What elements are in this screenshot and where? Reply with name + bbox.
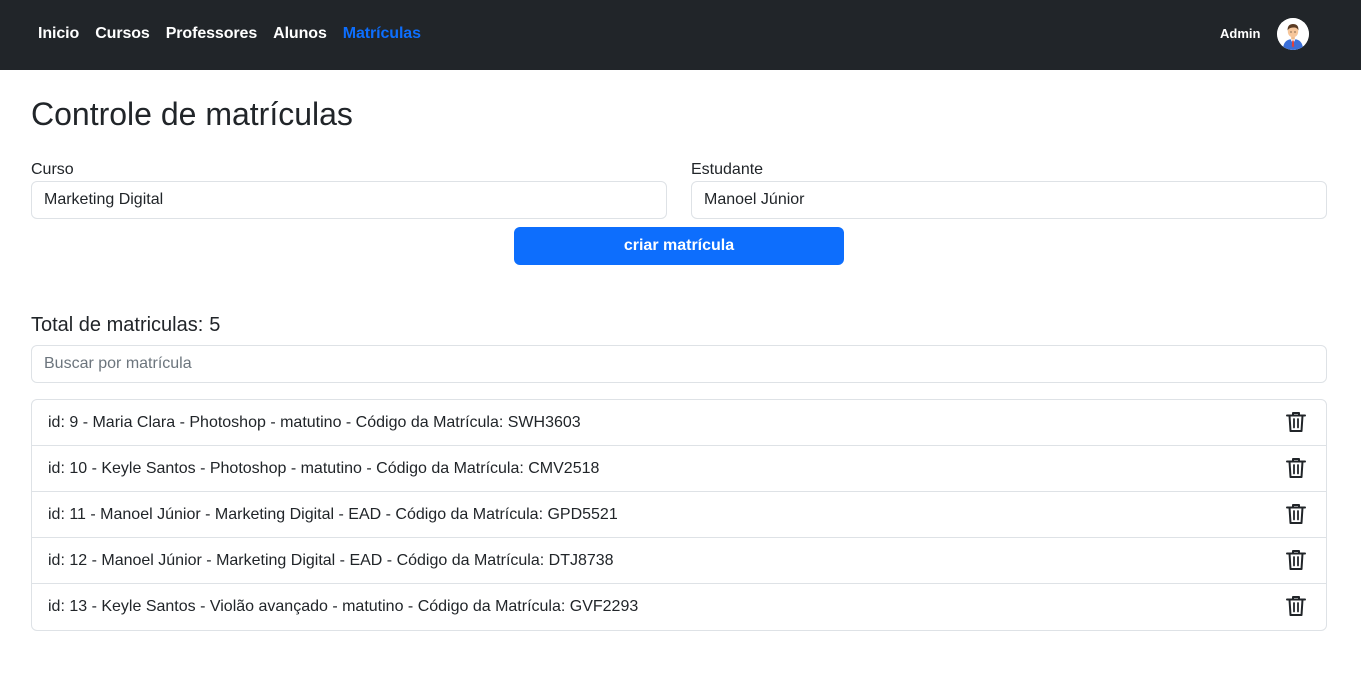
navbar: Inicio Cursos Professores Alunos Matrícu… bbox=[0, 0, 1361, 70]
trash-icon[interactable] bbox=[1286, 595, 1306, 617]
enrollment-list: id: 9 - Maria Clara - Photoshop - matuti… bbox=[31, 399, 1327, 631]
course-label: Curso bbox=[31, 161, 74, 178]
list-item: id: 9 - Maria Clara - Photoshop - matuti… bbox=[32, 400, 1326, 446]
total-count: 5 bbox=[209, 314, 221, 336]
trash-icon[interactable] bbox=[1286, 503, 1306, 525]
trash-icon[interactable] bbox=[1286, 457, 1306, 479]
list-item: id: 10 - Keyle Santos - Photoshop - matu… bbox=[32, 446, 1326, 492]
nav-link-professores[interactable]: Professores bbox=[166, 23, 258, 45]
list-item: id: 11 - Manoel Júnior - Marketing Digit… bbox=[32, 492, 1326, 538]
list-item: id: 13 - Keyle Santos - Violão avançado … bbox=[32, 584, 1326, 630]
student-label: Estudante bbox=[691, 161, 764, 178]
search-input[interactable] bbox=[31, 345, 1327, 383]
total-enrollments-heading: Total de matriculas: 5 bbox=[31, 313, 220, 337]
list-item: id: 12 - Manoel Júnior - Marketing Digit… bbox=[32, 538, 1326, 584]
page-title: Controle de matrículas bbox=[31, 96, 353, 132]
enrollment-text: id: 12 - Manoel Júnior - Marketing Digit… bbox=[48, 551, 614, 569]
course-input[interactable] bbox=[31, 181, 667, 219]
user-name: Admin bbox=[1220, 26, 1261, 41]
enrollment-text: id: 9 - Maria Clara - Photoshop - matuti… bbox=[48, 413, 581, 431]
create-enrollment-button[interactable]: criar matrícula bbox=[514, 227, 844, 265]
nav-link-inicio[interactable]: Inicio bbox=[38, 23, 79, 45]
nav-link-alunos[interactable]: Alunos bbox=[273, 23, 327, 45]
total-label: Total de matriculas: bbox=[31, 314, 204, 336]
nav-link-cursos[interactable]: Cursos bbox=[95, 23, 150, 45]
enrollment-text: id: 11 - Manoel Júnior - Marketing Digit… bbox=[48, 505, 618, 523]
nav-link-matriculas[interactable]: Matrículas bbox=[343, 23, 421, 45]
enrollment-text: id: 10 - Keyle Santos - Photoshop - matu… bbox=[48, 459, 600, 477]
enrollment-text: id: 13 - Keyle Santos - Violão avançado … bbox=[48, 598, 639, 615]
trash-icon[interactable] bbox=[1286, 411, 1306, 433]
user-avatar-icon[interactable] bbox=[1277, 18, 1309, 50]
student-input[interactable] bbox=[691, 181, 1327, 219]
trash-icon[interactable] bbox=[1286, 549, 1306, 571]
nav-links: Inicio Cursos Professores Alunos Matrícu… bbox=[38, 23, 421, 45]
